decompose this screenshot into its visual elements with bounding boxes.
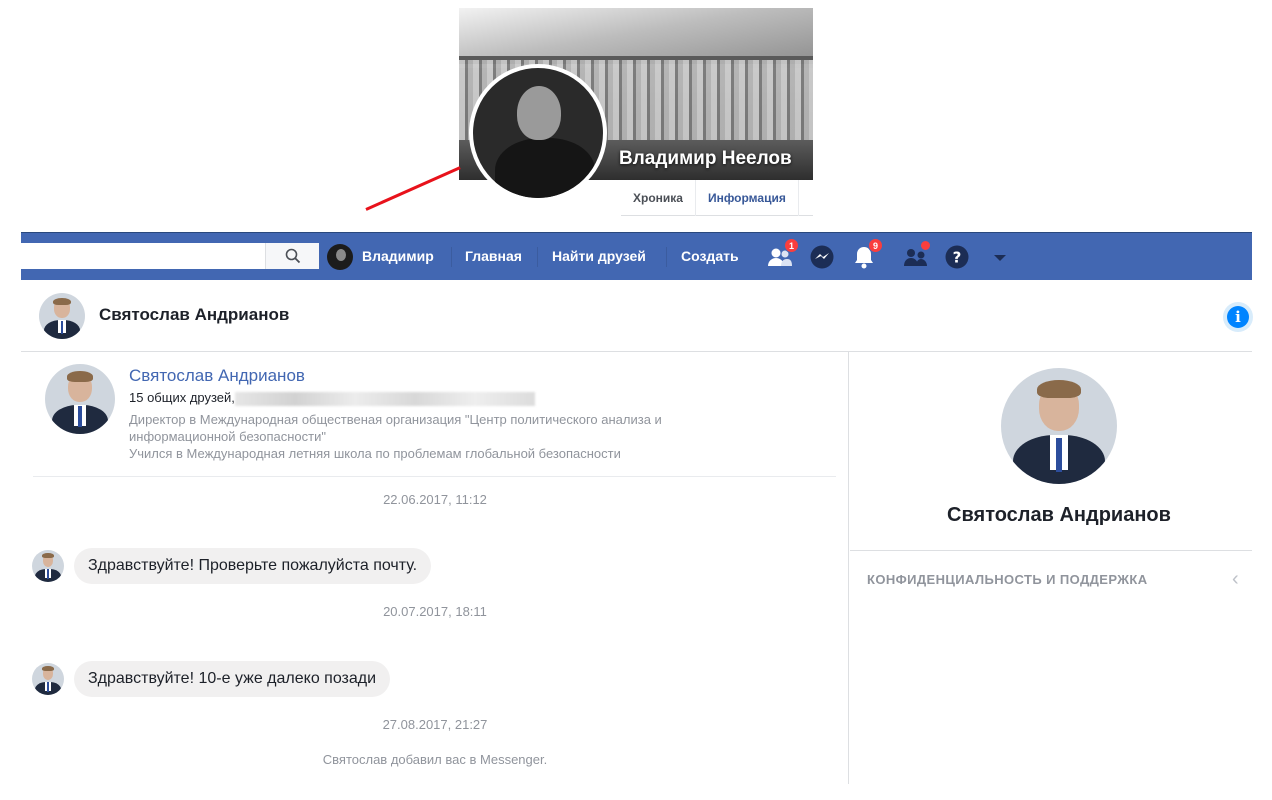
notifications-icon[interactable]: 9	[851, 238, 883, 270]
mutual-friends-count[interactable]: 15 общих друзей,	[129, 390, 235, 405]
intro-avatar[interactable]	[45, 364, 115, 434]
contact-info-panel: Святослав Андрианов КОНФИДЕНЦИАЛЬНОСТЬ И…	[850, 352, 1252, 784]
dropdown-arrow-icon[interactable]	[987, 244, 1013, 270]
friend-requests-icon[interactable]: 1	[767, 238, 799, 270]
search-input[interactable]	[21, 243, 319, 269]
conversation-title[interactable]: Святослав Андрианов	[99, 305, 289, 325]
intro-contact-name[interactable]: Святослав Андрианов	[129, 366, 305, 386]
tab-timeline[interactable]: Хроника	[621, 180, 696, 216]
intro-job-continued: информационной безопасности"	[129, 429, 326, 444]
intro-education: Учился в Международная летняя школа по п…	[129, 446, 621, 461]
search-icon	[285, 248, 300, 264]
nav-create-link[interactable]: Создать	[681, 233, 739, 281]
nav-find-friends-link[interactable]: Найти друзей	[552, 233, 646, 281]
profile-name: Владимир Неелов	[619, 148, 792, 169]
conversation-header: Святослав Андрианов i	[21, 281, 1253, 352]
tab-about[interactable]: Информация	[696, 180, 799, 216]
message-bubble[interactable]: Здравствуйте! 10-е уже далеко позади	[74, 661, 391, 697]
nav-separator	[666, 247, 667, 267]
profile-tabs: Хроника Информация	[621, 180, 813, 216]
nav-user-name[interactable]: Владимир	[362, 233, 434, 281]
intro-divider	[33, 476, 836, 477]
message-bubble[interactable]: Здравствуйте! Проверьте пожалуйста почту…	[74, 548, 432, 584]
message-timestamp: 22.06.2017, 11:12	[383, 492, 487, 507]
group-people-icon[interactable]	[903, 240, 931, 270]
chevron-left-icon[interactable]: ‹	[1232, 568, 1239, 591]
nav-profile-link[interactable]	[327, 244, 353, 270]
annotation-arrow-line	[365, 166, 461, 211]
side-contact-name[interactable]: Святослав Андрианов	[850, 504, 1268, 527]
friend-requests-badge: 1	[784, 238, 799, 253]
nav-separator	[451, 247, 452, 267]
message-timestamp: 27.08.2017, 21:27	[382, 717, 488, 732]
message-thread: Святослав Андрианов 15 общих друзей, Дир…	[21, 352, 849, 784]
mutual-friends: 15 общих друзей,	[129, 390, 535, 406]
blurred-friend-names	[234, 391, 535, 406]
search-button[interactable]	[265, 243, 319, 269]
profile-avatar[interactable]	[469, 64, 607, 202]
help-icon[interactable]: ?	[944, 244, 970, 270]
side-contact-avatar[interactable]	[1001, 368, 1117, 484]
group-notification-dot	[920, 240, 931, 251]
nav-avatar	[327, 244, 353, 270]
messenger-icon[interactable]	[809, 244, 835, 270]
system-note: Святослав добавил вас в Messenger.	[322, 752, 548, 767]
info-button[interactable]: i	[1223, 302, 1253, 332]
side-divider	[850, 550, 1252, 551]
profile-preview-card: Владимир Неелов Хроника Информация	[459, 8, 813, 220]
top-navbar: Владимир Главная Найти друзей Создать 1 …	[21, 232, 1252, 280]
nav-separator	[537, 247, 538, 267]
nav-home-link[interactable]: Главная	[465, 233, 522, 281]
info-icon: i	[1227, 306, 1249, 328]
contact-avatar[interactable]	[39, 293, 85, 339]
intro-job: Директор в Международная общественая орг…	[129, 412, 662, 427]
privacy-support-section[interactable]: КОНФИДЕНЦИАЛЬНОСТЬ И ПОДДЕРЖКА	[867, 572, 1148, 587]
message-timestamp: 20.07.2017, 18:11	[383, 604, 487, 619]
message-sender-avatar[interactable]	[32, 550, 64, 582]
svg-text:?: ?	[953, 249, 962, 267]
notifications-badge: 9	[868, 238, 883, 253]
message-sender-avatar[interactable]	[32, 663, 64, 695]
